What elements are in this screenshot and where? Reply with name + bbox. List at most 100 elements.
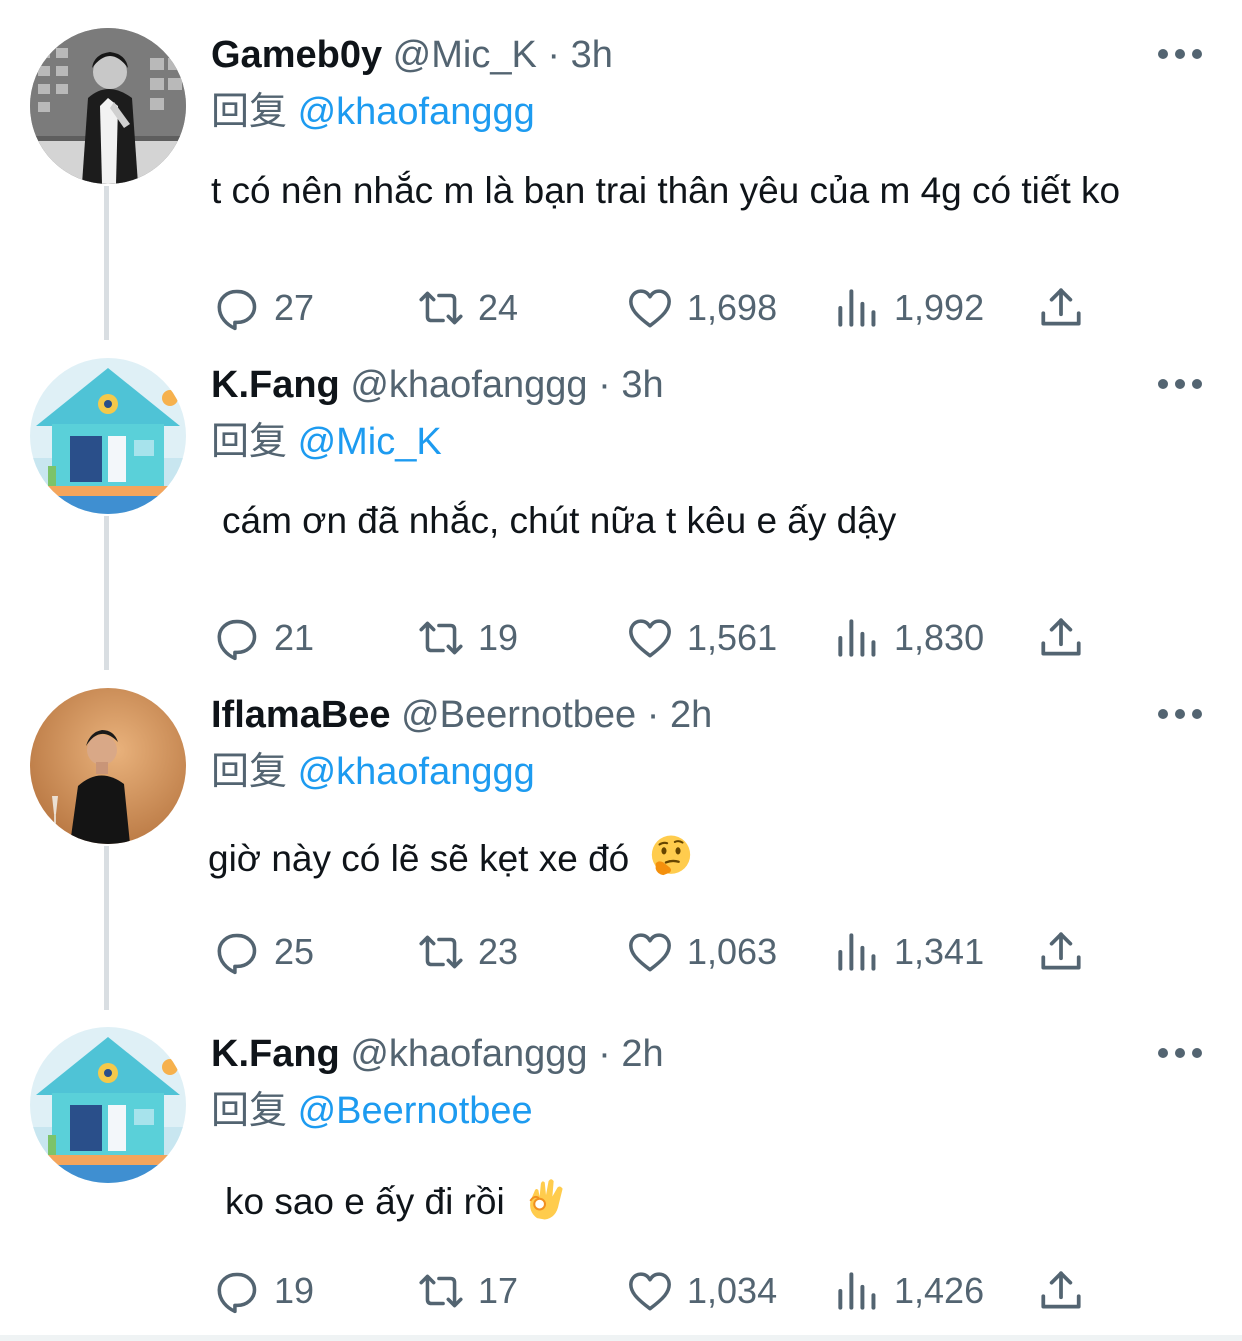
retweet-count: 24 — [478, 287, 519, 328]
display-name[interactable]: IflamaBee — [211, 694, 391, 736]
replying-to: 回复 @Mic_K — [211, 416, 442, 466]
heart-icon — [629, 619, 671, 658]
avatar[interactable] — [30, 1027, 186, 1183]
replying-to: 回复 @khaofanggg — [211, 86, 535, 136]
timestamp[interactable]: · 3h — [547, 34, 612, 76]
tweet[interactable]: K.Fang @khaofanggg · 2h 回复 @Beernotbee k… — [0, 1027, 1242, 1341]
share-upload-icon — [1041, 618, 1081, 656]
user-handle[interactable]: @khaofanggg — [350, 364, 587, 406]
reply-button[interactable]: 21 — [212, 608, 314, 668]
view-count: 1,830 — [894, 617, 985, 658]
reply-button[interactable]: 19 — [212, 1261, 314, 1321]
tweet-text: cám ơn đã nhắc, chút nữa t kêu e ấy dậy — [222, 496, 896, 546]
replying-to: 回复 @khaofanggg — [211, 746, 535, 796]
tweet-text-content: cám ơn đã nhắc, chút nữa t kêu e ấy dậy — [222, 500, 897, 541]
user-handle[interactable]: @khaofanggg — [350, 1033, 587, 1075]
like-count: 1,063 — [687, 931, 778, 972]
timestamp[interactable]: · 2h — [598, 1033, 663, 1075]
display-name[interactable]: K.Fang — [211, 1033, 340, 1075]
reply-label: 回复 — [211, 419, 288, 463]
share-upload-icon — [1041, 288, 1081, 326]
reply-button[interactable]: 27 — [212, 278, 314, 338]
reply-label: 回复 — [211, 749, 288, 793]
retweet-button[interactable]: 17 — [416, 1261, 518, 1321]
tweet[interactable]: Gameb0y @Mic_K · 3h 回复 @khaofanggg t có … — [0, 28, 1242, 338]
bar-chart-icon — [838, 619, 876, 657]
reply-to-handle[interactable]: @khaofanggg — [298, 751, 535, 793]
avatar[interactable] — [30, 688, 186, 844]
more-options-button[interactable] — [1158, 1045, 1202, 1061]
heart-icon — [629, 1272, 671, 1311]
action-bar: 27 24 1,698 1,992 — [0, 278, 1242, 338]
tweet-text-content: t có nên nhắc m là bạn trai thân yêu của… — [211, 170, 1121, 211]
tweet[interactable]: K.Fang @khaofanggg · 3h 回复 @Mic_K cám ơn… — [0, 358, 1242, 668]
retweet-button[interactable]: 23 — [416, 922, 518, 982]
ok-hand-emoji — [529, 1179, 563, 1220]
like-button[interactable]: 1,063 — [625, 922, 777, 982]
tweet-text-content: giờ này có lẽ sẽ kẹt xe đó — [208, 838, 630, 879]
thinking-face-emoji — [651, 835, 690, 876]
retweet-button[interactable]: 24 — [416, 278, 518, 338]
views-button[interactable]: 1,992 — [832, 278, 984, 338]
avatar[interactable] — [30, 28, 186, 184]
bar-chart-icon — [838, 933, 876, 971]
more-options-button[interactable] — [1158, 706, 1202, 722]
share-upload-icon — [1041, 932, 1081, 970]
view-count: 1,426 — [894, 1270, 985, 1311]
views-button[interactable]: 1,830 — [832, 608, 984, 668]
like-button[interactable]: 1,034 — [625, 1261, 777, 1321]
reply-to-handle[interactable]: @Mic_K — [298, 421, 442, 463]
speech-bubble-icon — [217, 289, 257, 331]
bar-chart-icon — [838, 1272, 876, 1310]
tweet[interactable]: IflamaBee @Beernotbee · 2h 回复 @khaofangg… — [0, 688, 1242, 1008]
tweet-text: ko sao e ấy đi rồi — [225, 1176, 569, 1226]
like-button[interactable]: 1,698 — [625, 278, 777, 338]
user-handle[interactable]: @Mic_K — [393, 34, 537, 76]
more-dots-icon — [1158, 379, 1168, 389]
share-button[interactable] — [1036, 278, 1086, 338]
action-bar: 19 17 1,034 1,426 — [0, 1261, 1242, 1321]
timestamp[interactable]: · 3h — [598, 364, 663, 406]
retweet-count: 17 — [478, 1270, 519, 1311]
reply-count: 21 — [274, 617, 315, 658]
bar-chart-icon — [838, 289, 876, 327]
retweet-arrows-icon — [419, 1274, 463, 1308]
share-upload-icon — [1041, 1271, 1081, 1309]
retweet-arrows-icon — [419, 621, 463, 655]
like-count: 1,698 — [687, 287, 778, 328]
bottom-divider — [0, 1335, 1242, 1341]
reply-label: 回复 — [211, 89, 288, 133]
timestamp[interactable]: · 2h — [647, 694, 712, 736]
more-options-button[interactable] — [1158, 46, 1202, 62]
views-button[interactable]: 1,426 — [832, 1261, 984, 1321]
speech-bubble-icon — [217, 1272, 257, 1314]
like-button[interactable]: 1,561 — [625, 608, 777, 668]
like-count: 1,561 — [687, 617, 778, 658]
reply-to-handle[interactable]: @khaofanggg — [298, 91, 535, 133]
tweet-header: K.Fang @khaofanggg · 2h — [211, 1029, 664, 1079]
reply-button[interactable]: 25 — [212, 922, 314, 982]
retweet-button[interactable]: 19 — [416, 608, 518, 668]
heart-icon — [629, 933, 671, 972]
heart-icon — [629, 289, 671, 328]
more-options-button[interactable] — [1158, 376, 1202, 392]
view-count: 1,341 — [894, 931, 985, 972]
speech-bubble-icon — [217, 619, 257, 661]
tweet-header: IflamaBee @Beernotbee · 2h — [211, 690, 712, 740]
display-name[interactable]: Gameb0y — [211, 34, 382, 76]
more-dots-icon — [1158, 1048, 1168, 1058]
reply-count: 19 — [274, 1270, 315, 1311]
reply-count: 27 — [274, 287, 315, 328]
views-button[interactable]: 1,341 — [832, 922, 984, 982]
retweet-count: 19 — [478, 617, 519, 658]
display-name[interactable]: K.Fang — [211, 364, 340, 406]
view-count: 1,992 — [894, 287, 985, 328]
replying-to: 回复 @Beernotbee — [211, 1085, 533, 1135]
share-button[interactable] — [1036, 608, 1086, 668]
reply-to-handle[interactable]: @Beernotbee — [298, 1090, 533, 1132]
user-handle[interactable]: @Beernotbee — [401, 694, 636, 736]
tweet-text-content: ko sao e ấy đi rồi — [225, 1181, 505, 1222]
share-button[interactable] — [1036, 1261, 1086, 1321]
avatar[interactable] — [30, 358, 186, 514]
share-button[interactable] — [1036, 922, 1086, 982]
